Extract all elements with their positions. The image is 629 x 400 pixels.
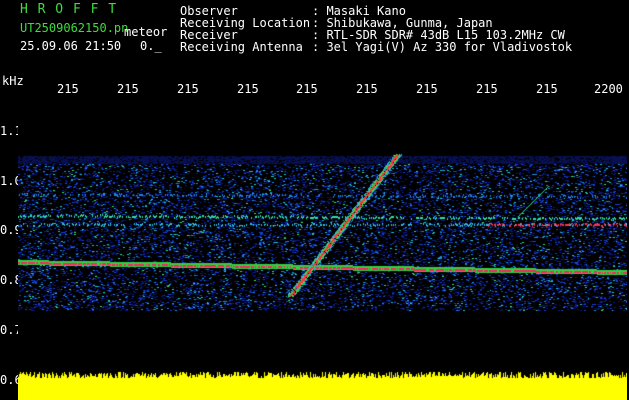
time-tick: 215 xyxy=(177,82,199,96)
time-tick: 215 xyxy=(296,82,318,96)
mode-label: meteor xyxy=(124,25,168,39)
signal-level-bar xyxy=(18,370,627,400)
counter-value: 0._ xyxy=(140,39,162,53)
time-tick: 215 xyxy=(356,82,378,96)
freq-unit-label: kHz xyxy=(2,74,24,88)
time-tick: 2200 xyxy=(594,82,623,96)
time-tick: 215 xyxy=(57,82,79,96)
observation-datetime: 25.09.06 21:50 xyxy=(20,39,122,53)
antenna-value: : 3el Yagi(V) Az 330 for Vladivostok xyxy=(312,40,573,54)
time-tick: 215 xyxy=(117,82,139,96)
hrofft-window: { "header": { "app_title": "H R O F F T"… xyxy=(0,0,629,400)
file-name: UT2509062150.pn xyxy=(20,21,129,35)
time-tick: 215 xyxy=(536,82,558,96)
app-title: H R O F F T xyxy=(20,2,118,17)
time-tick: 215 xyxy=(476,82,498,96)
time-tick: 215 xyxy=(237,82,259,96)
antenna-label: Receiving Antenna xyxy=(180,40,303,54)
time-tick: 215 xyxy=(416,82,438,96)
spectrogram-display xyxy=(18,96,627,373)
